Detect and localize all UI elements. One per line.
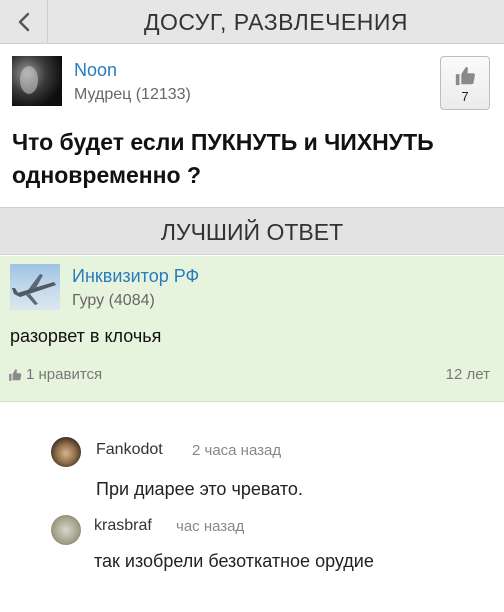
answer-likes[interactable]: 1 нравится bbox=[8, 366, 102, 383]
answer-age: 12 лет bbox=[445, 366, 490, 383]
avatar[interactable] bbox=[51, 515, 81, 545]
comment-time: 2 часа назад bbox=[192, 442, 282, 459]
airplane-icon bbox=[12, 274, 56, 305]
best-answer: Инквизитор РФ Гуру (4084) разорвет в кло… bbox=[0, 256, 504, 402]
avatar[interactable] bbox=[10, 264, 60, 310]
thumbs-up-icon bbox=[9, 368, 22, 381]
comment-time: час назад bbox=[176, 518, 245, 535]
answer-text: разорвет в клочья bbox=[10, 326, 162, 346]
comment-author[interactable]: krasbraf bbox=[94, 517, 152, 535]
comment-author[interactable]: Fankodot bbox=[96, 441, 163, 459]
answer-author-rank: Гуру (4084) bbox=[72, 292, 155, 309]
chevron-left-icon bbox=[18, 12, 29, 32]
avatar[interactable] bbox=[12, 56, 62, 106]
comments-section: Fankodot 2 часа назад При диарее это чре… bbox=[0, 403, 504, 612]
best-answer-header: ЛУЧШИЙ ОТВЕТ bbox=[0, 207, 504, 255]
thumbs-up-icon bbox=[455, 66, 475, 86]
question-author-rank: Мудрец (12133) bbox=[74, 86, 191, 103]
answer-likes-label: 1 нравится bbox=[26, 366, 103, 383]
like-count: 7 bbox=[461, 89, 469, 104]
top-bar: ДОСУГ, РАЗВЛЕЧЕНИЯ bbox=[0, 0, 504, 44]
avatar[interactable] bbox=[51, 437, 81, 467]
back-button[interactable] bbox=[0, 0, 48, 44]
answer-author-link[interactable]: Инквизитор РФ bbox=[72, 266, 199, 287]
comment-text: При диарее это чревато. bbox=[96, 479, 303, 499]
category-title: ДОСУГ, РАЗВЛЕЧЕНИЯ bbox=[143, 9, 409, 35]
question-author-link[interactable]: Noon bbox=[74, 60, 117, 81]
comment-text: так изобрели безоткатное орудие bbox=[94, 551, 374, 571]
like-button[interactable]: 7 bbox=[440, 56, 490, 110]
question-text: Что будет если ПУКНУТЬ и ЧИХНУТЬ одновре… bbox=[12, 129, 434, 188]
